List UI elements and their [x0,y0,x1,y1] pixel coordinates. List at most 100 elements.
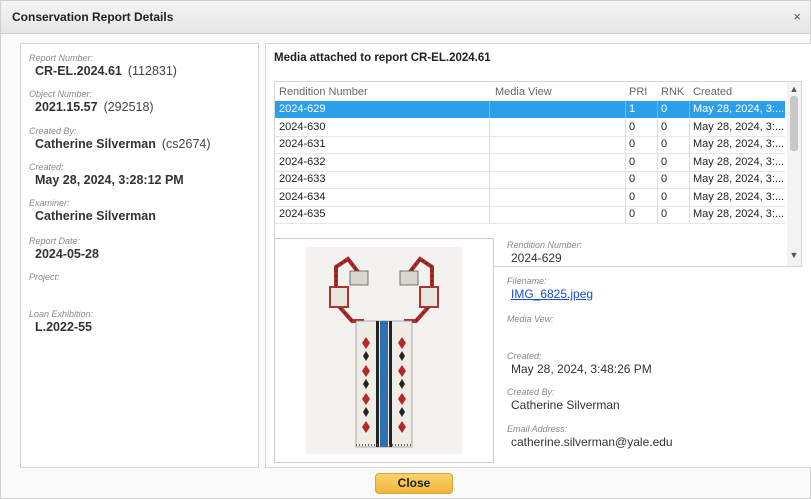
report-date-field: Report Date: 2024-05-28 [29,236,99,261]
media-panel-title: Media attached to report CR-EL.2024.61 [274,52,491,64]
column-divider [489,171,490,188]
col-pri[interactable]: PRI [629,86,647,98]
object-number-field: Object Number: 2021.15.57 (292518) [29,89,154,114]
cell-pri: 0 [629,190,636,203]
created-value: May 28, 2024, 3:28:12 PM [35,173,184,187]
column-divider [625,206,626,223]
col-created[interactable]: Created [693,86,732,98]
column-divider [657,188,658,206]
object-number-text: 2021.15.57 [35,100,98,114]
object-number-label: Object Number: [29,89,93,99]
col-media-view[interactable]: Media View [495,86,552,98]
cell-rnk: 0 [661,155,668,168]
detail-rendition-number: Rendition Number: 2024-629 [507,240,582,265]
detail-created: Created: May 28, 2024, 3:48:26 PM [507,351,652,376]
cell-rnk: 0 [661,173,668,185]
cell-rnk: 0 [661,103,668,115]
table-row[interactable]: 2024-630 0 0 May 28, 2024, 3:... [275,118,785,137]
report-number-text: CR-EL.2024.61 [35,64,122,78]
cell-pri: 0 [629,120,636,133]
report-number-label: Report Number: [29,53,94,63]
col-rnk[interactable]: RNK [661,86,684,98]
detail-createdby-label: Created By: [507,387,555,397]
cell-rnk: 0 [661,208,668,220]
table-row[interactable]: 2024-635 0 0 May 28, 2024, 3:... [275,206,785,224]
detail-rendition-value: 2024-629 [511,251,562,265]
report-number-field: Report Number: CR-EL.2024.61 (112831) [29,53,177,78]
media-preview-image[interactable] [306,247,462,454]
cell-pri: 1 [629,103,636,115]
table-row[interactable]: 2024-629 1 0 May 28, 2024, 3:... [275,101,785,118]
cell-created: May 28, 2024, 3:... [693,103,785,115]
dialog-title: Conservation Report Details [12,10,174,24]
detail-filename-label: Filename: [507,276,547,286]
cell-rnk: 0 [661,138,668,150]
column-divider [657,206,658,223]
project-label: Project: [29,272,60,282]
column-divider [689,153,690,171]
beaded-necklace-image [306,247,462,454]
column-divider [657,153,658,171]
examiner-label: Examiner: [29,198,70,208]
report-date-label: Report Date: [29,236,81,246]
loan-exhibition-field: Loan Exhibition: L.2022-55 [29,309,93,334]
created-by-user-id: (cs2674) [161,137,211,151]
cell-rendition-number: 2024-633 [279,173,326,185]
column-divider [689,206,690,223]
column-divider [625,171,626,188]
table-row[interactable]: 2024-632 0 0 May 28, 2024, 3:... [275,153,785,172]
column-divider [657,101,658,118]
report-date-value: 2024-05-28 [35,247,99,261]
close-button[interactable]: Close [375,473,453,494]
column-divider [689,101,690,118]
detail-created-label: Created: [507,351,542,361]
created-by-field: Created By: Catherine Silverman (cs2674) [29,126,211,151]
cell-pri: 0 [629,155,636,168]
cell-rendition-number: 2024-635 [279,208,326,220]
dialog-titlebar: Conservation Report Details × [1,1,810,34]
cell-created: May 28, 2024, 3:... [693,120,785,133]
cell-created: May 28, 2024, 3:... [693,208,785,220]
detail-created-value: May 28, 2024, 3:48:26 PM [511,362,652,376]
column-divider [489,153,490,171]
detail-created-by: Created By: Catherine Silverman [507,387,620,412]
col-rendition-number[interactable]: Rendition Number [279,86,368,98]
loan-exhibition-label: Loan Exhibition: [29,309,94,319]
detail-createdby-value: Catherine Silverman [511,398,620,412]
table-row[interactable]: 2024-633 0 0 May 28, 2024, 3:... [275,171,785,189]
cell-pri: 0 [629,173,636,185]
cell-created: May 28, 2024, 3:... [693,155,785,168]
column-divider [489,101,490,118]
column-divider [689,136,690,153]
detail-email: Email Address: catherine.silverman@yale.… [507,424,673,449]
column-divider [625,136,626,153]
conservation-report-dialog: Conservation Report Details × Report Num… [0,0,811,499]
scroll-down-icon[interactable]: ▼ [787,250,801,260]
column-divider [689,118,690,136]
cell-created: May 28, 2024, 3:... [693,173,785,185]
close-icon[interactable]: × [793,9,801,24]
column-divider [489,118,490,136]
cell-pri: 0 [629,138,636,150]
object-number-value: 2021.15.57 (292518) [29,100,154,114]
media-panel: Media attached to report CR-EL.2024.61 R… [265,43,811,468]
column-divider [625,188,626,206]
scrollbar-thumb[interactable] [790,96,798,151]
scroll-up-icon[interactable]: ▲ [787,84,801,94]
column-divider [625,118,626,136]
column-divider [657,171,658,188]
column-divider [657,136,658,153]
column-divider [689,171,690,188]
cell-rendition-number: 2024-629 [279,103,326,115]
filename-link[interactable]: IMG_6825.jpeg [507,287,593,301]
detail-mediaview-label: Media Vew: [507,314,554,324]
table-row[interactable]: 2024-634 0 0 May 28, 2024, 3:... [275,188,785,207]
cell-rnk: 0 [661,190,668,203]
examiner-field: Examiner: Catherine Silverman [29,198,156,223]
column-divider [657,118,658,136]
table-row[interactable]: 2024-631 0 0 May 28, 2024, 3:... [275,136,785,154]
column-divider [489,136,490,153]
media-table-header: Rendition Number Media View PRI RNK Crea… [275,82,785,100]
media-table-scrollbar[interactable]: ▲ ▼ [787,82,801,266]
cell-created: May 28, 2024, 3:... [693,190,785,203]
